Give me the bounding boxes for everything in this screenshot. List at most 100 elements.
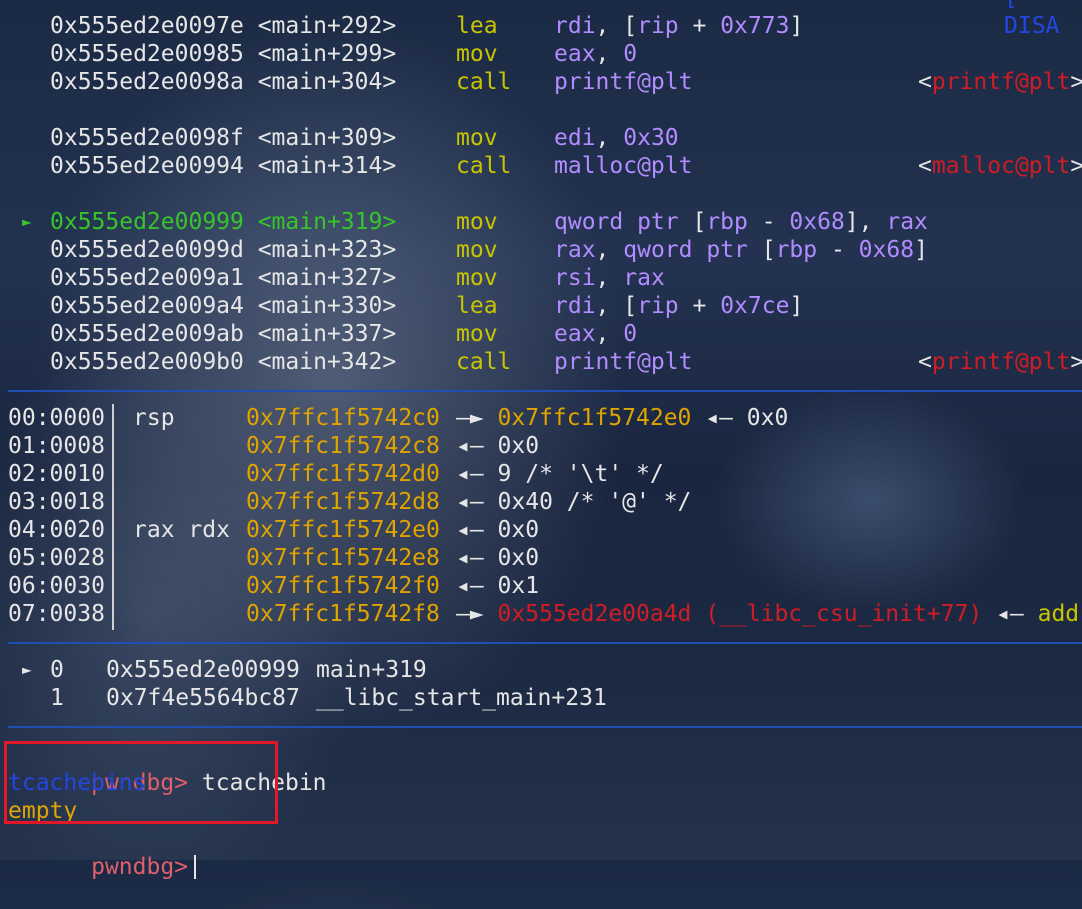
stack-divider xyxy=(112,404,114,630)
stack-row: 07:0038 0x7ffc1f5742f8 —► 0x555ed2e00a4d (… xyxy=(0,600,1082,628)
call-target: <printf@plt> xyxy=(918,68,1082,96)
stack-row: 00:0000 rsp 0x7ffc1f5742c0 —► 0x7ffc1f5742e… xyxy=(0,404,1082,432)
operand-token: rax xyxy=(886,209,928,235)
stack-value-token: add xyxy=(1037,601,1080,627)
prompt-active: pwndbg> xyxy=(91,854,189,880)
operand-token: , xyxy=(595,321,624,347)
call-target-name: printf@plt xyxy=(931,349,1071,375)
call-target-name: malloc@plt xyxy=(931,153,1071,179)
stack-register: rsp xyxy=(133,405,175,431)
stack-offset: 05:0028 xyxy=(8,545,105,571)
instruction-address: 0x555ed2e009b0 <main+342> xyxy=(50,349,397,375)
instruction-address: 0x555ed2e0099d <main+323> xyxy=(50,237,397,263)
separator-backtrace xyxy=(8,726,1082,728)
stack-value: —► 0x555ed2e00a4d (__libc_csu_init+77) ◂… xyxy=(456,600,1079,628)
stack-address: 0x7ffc1f5742c8 xyxy=(246,433,440,459)
call-target-name: printf@plt xyxy=(931,69,1071,95)
stack-offset: 03:0018 xyxy=(8,489,105,515)
mnemonic: call xyxy=(456,69,512,95)
operand-token: + xyxy=(678,13,721,39)
operand-token: qword ptr xyxy=(623,237,748,263)
operand-token: malloc@plt xyxy=(554,153,693,179)
stack-offset: 04:0020 xyxy=(8,517,105,543)
operand-token: rbp xyxy=(775,237,818,263)
operands: qword ptr [rbp - 0x68], rax xyxy=(554,208,928,236)
operand-token: rip xyxy=(637,13,679,39)
operand-token: rdi xyxy=(554,13,596,39)
stack-value-token: —► xyxy=(456,601,498,627)
stack-value-token: ◂— 0x40 /* '@' */ xyxy=(456,489,692,515)
disasm-row: ► 0x555ed2e00999 <main+319> mov qword ptr [… xyxy=(0,208,1082,236)
operand-token: [ xyxy=(678,209,707,235)
highlight-box xyxy=(4,741,278,824)
operand-token: + xyxy=(678,293,721,319)
frame-marker: ► xyxy=(22,660,32,679)
operand-token: , [ xyxy=(595,293,638,319)
operand-token: ] xyxy=(914,237,928,263)
bracket: > xyxy=(1070,153,1082,179)
console-input-line[interactable]: pwndbg> xyxy=(8,825,197,880)
stack-row: 02:0010 0x7ffc1f5742d0 ◂— 9 /* '\t' */ xyxy=(0,460,1082,488)
stack-value-token: ◂— 0x0 xyxy=(456,545,540,571)
backtrace-row: ► 0 0x555ed2e00999 main+319 xyxy=(0,656,1082,684)
operand-token: rbp xyxy=(706,209,748,235)
disasm-row: 0x555ed2e009b0 <main+342> call printf@plt <… xyxy=(0,348,1082,376)
frame-address: 0x7f4e5564bc87 xyxy=(106,685,300,711)
operand-token: rax xyxy=(554,237,596,263)
stack-address: 0x7ffc1f5742c0 xyxy=(246,405,440,431)
bracket: < xyxy=(918,69,932,95)
call-target: <malloc@plt> xyxy=(918,152,1082,180)
stack-address: 0x7ffc1f5742e0 xyxy=(246,517,440,543)
operand-token: 0x30 xyxy=(623,125,679,151)
stack-register: rax rdx xyxy=(133,517,230,543)
bracket: < xyxy=(918,153,932,179)
disasm-row: 0x555ed2e009a1 <main+327> mov rsi, rax xyxy=(0,264,1082,292)
instruction-address: 0x555ed2e00994 <main+314> xyxy=(50,153,397,179)
operand-token: edi xyxy=(554,125,596,151)
stack-offset: 06:0030 xyxy=(8,573,105,599)
operands: eax, 0 xyxy=(554,320,637,348)
mnemonic: mov xyxy=(456,209,498,235)
frame-index: 0 xyxy=(50,657,64,683)
operand-token: printf@plt xyxy=(554,349,693,375)
mnemonic: call xyxy=(456,349,512,375)
stack-address: 0x7ffc1f5742e8 xyxy=(246,545,440,571)
bracket: > xyxy=(1070,349,1082,375)
frame-address: 0x555ed2e00999 xyxy=(106,657,300,683)
disasm-row: 0x555ed2e009ab <main+337> mov eax, 0 xyxy=(0,320,1082,348)
operand-token: 0x68 xyxy=(789,209,845,235)
operands: rdi, [rip + 0x7ce] xyxy=(554,292,803,320)
instruction-address: 0x555ed2e0097e <main+292> xyxy=(50,13,397,39)
operands: eax, 0 xyxy=(554,40,637,68)
stack-address: 0x7ffc1f5742f0 xyxy=(246,573,440,599)
stack-value-token: 0x555ed2e00a4d (__libc_csu_init+77) xyxy=(497,601,983,627)
operand-token: eax xyxy=(554,321,596,347)
operands: printf@plt xyxy=(554,348,692,376)
stack-value: ◂— 0x0 xyxy=(456,432,539,460)
stack-value-token: —► xyxy=(456,405,498,431)
operand-token: rsi xyxy=(554,265,596,291)
instruction-address: 0x555ed2e0098f <main+309> xyxy=(50,125,397,151)
mnemonic: mov xyxy=(456,265,498,291)
disasm-row: 0x555ed2e00985 <main+299> mov eax, 0 xyxy=(0,40,1082,68)
separator-stack xyxy=(8,642,1082,644)
operands: edi, 0x30 xyxy=(554,124,679,152)
instruction-address: 0x555ed2e009a4 <main+330> xyxy=(50,293,397,319)
operand-token: ], xyxy=(844,209,887,235)
operands: rsi, rax xyxy=(554,264,665,292)
terminal[interactable]: [ DISA 0x555ed2e0097e <main+292>leardi, … xyxy=(0,0,1082,880)
operand-token: - xyxy=(747,209,790,235)
operand-token: [ xyxy=(747,237,776,263)
operand-token: ] xyxy=(789,13,804,39)
operand-token: rdi xyxy=(554,293,596,319)
operands: rdi, [rip + 0x773] xyxy=(554,12,803,40)
stack-row: 05:0028 0x7ffc1f5742e8 ◂— 0x0 xyxy=(0,544,1082,572)
instruction-address: 0x555ed2e009a1 <main+327> xyxy=(50,265,397,291)
mnemonic: mov xyxy=(456,125,498,151)
stack-address: 0x7ffc1f5742d0 xyxy=(246,461,440,487)
stack-value: ◂— 0x0 xyxy=(456,544,539,572)
stack-offset: 07:0038 xyxy=(8,601,105,627)
operand-token: , xyxy=(595,265,624,291)
operand-token: 0x68 xyxy=(858,237,915,263)
frame-symbol: __libc_start_main+231 xyxy=(316,685,607,711)
